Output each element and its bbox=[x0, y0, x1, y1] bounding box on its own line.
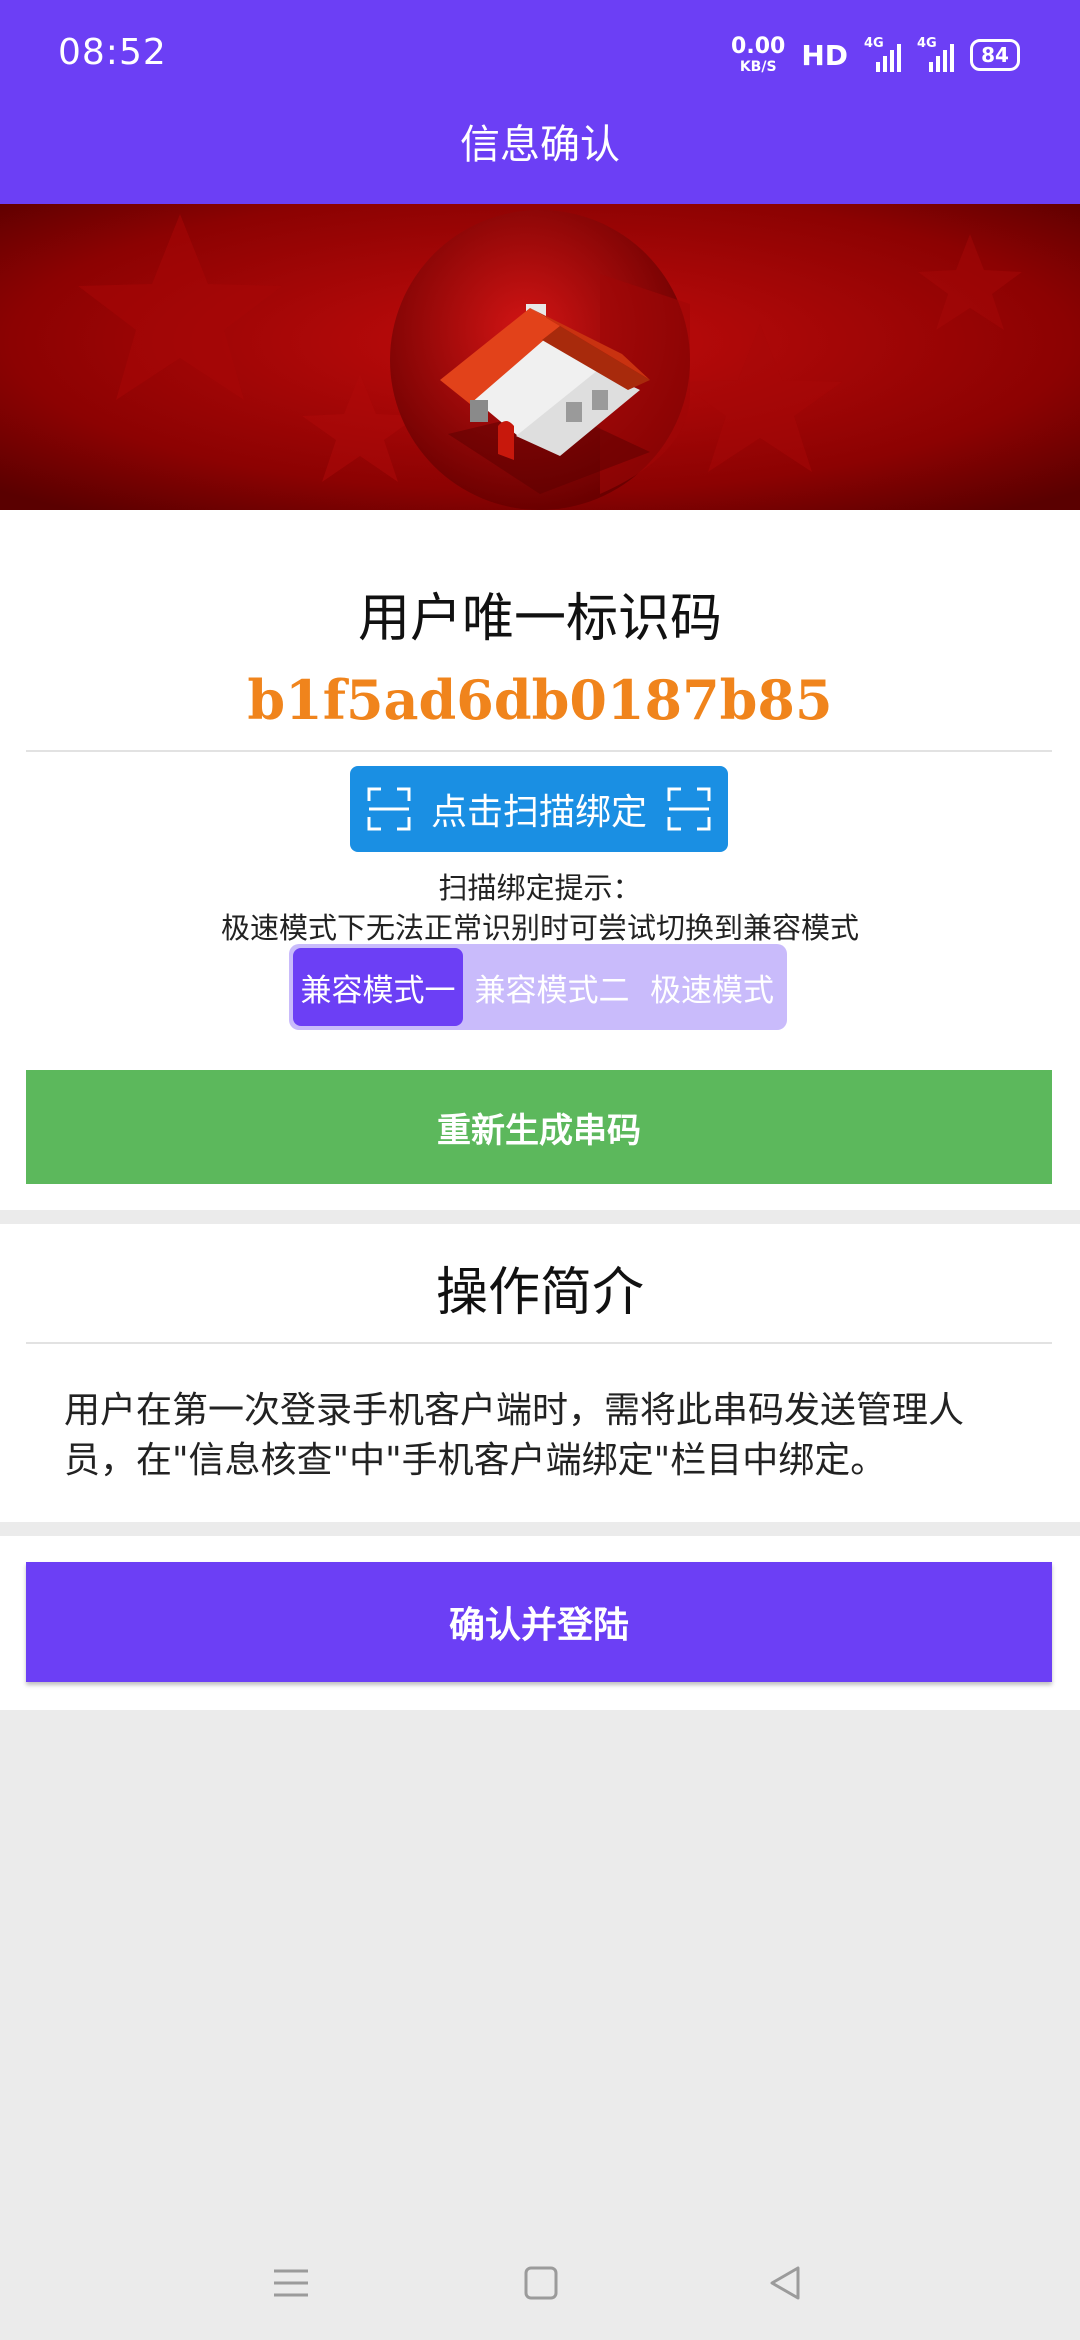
scan-icon bbox=[667, 787, 711, 831]
intro-title: 操作简介 bbox=[435, 1263, 644, 1323]
scan-bind-label: 点击扫描绑定 bbox=[430, 792, 647, 833]
regenerate-code-button[interactable]: 重新生成串码 bbox=[26, 1070, 1052, 1184]
user-id-code: b1f5ad6db0187b85 bbox=[247, 668, 833, 732]
signal-1-label: 4G bbox=[864, 36, 884, 51]
signal-icon-1: 4G bbox=[864, 36, 901, 72]
intro-card: 操作简介 用户在第一次登录手机客户端时，需将此串码发送管理人员，在"信息核查"中… bbox=[0, 1224, 1080, 1522]
banner-image bbox=[0, 204, 1080, 510]
intro-body: 用户在第一次登录手机客户端时，需将此串码发送管理人员，在"信息核查"中"手机客户… bbox=[64, 1390, 965, 1481]
identity-card: 用户唯一标识码 b1f5ad6db0187b85 点击扫描绑定 扫描绑定提示： … bbox=[0, 510, 1080, 1210]
home-square-icon[interactable] bbox=[520, 2262, 562, 2304]
confirm-login-button[interactable]: 确认并登陆 bbox=[26, 1562, 1052, 1682]
status-icons: 0.00 KB/S HD 4G 4G 84 bbox=[731, 36, 1020, 74]
net-speed: 0.00 KB/S bbox=[731, 34, 786, 75]
battery-level: 84 bbox=[981, 43, 1009, 67]
mode-option-compat-2[interactable]: 兼容模式二 bbox=[463, 948, 641, 1026]
mode-selector: 兼容模式一 兼容模式二 极速模式 bbox=[289, 944, 787, 1030]
confirm-card: 确认并登陆 bbox=[0, 1536, 1080, 1710]
system-nav-bar bbox=[0, 2228, 1080, 2340]
battery-icon: 84 bbox=[970, 39, 1020, 71]
divider bbox=[26, 750, 1052, 752]
status-bar: 08:52 0.00 KB/S HD 4G 4G 84 bbox=[0, 0, 1080, 112]
user-id-label: 用户唯一标识码 bbox=[357, 589, 722, 649]
scan-hint-title: 扫描绑定提示： bbox=[438, 871, 642, 905]
scan-hint-body: 极速模式下无法正常识别时可尝试切换到兼容模式 bbox=[220, 911, 859, 945]
scan-hint: 扫描绑定提示： 极速模式下无法正常识别时可尝试切换到兼容模式 bbox=[0, 868, 1080, 948]
banner bbox=[0, 204, 1080, 510]
mode-option-fast[interactable]: 极速模式 bbox=[641, 948, 783, 1026]
page-title: 信息确认 bbox=[460, 122, 620, 168]
mode-option-compat-1[interactable]: 兼容模式一 bbox=[293, 948, 463, 1026]
signal-2-label: 4G bbox=[917, 36, 937, 51]
signal-icon-2: 4G bbox=[917, 36, 954, 72]
app-bar: 信息确认 bbox=[0, 112, 1080, 204]
scan-bind-button[interactable]: 点击扫描绑定 bbox=[350, 766, 728, 852]
net-speed-value: 0.00 bbox=[731, 34, 786, 59]
divider bbox=[26, 1342, 1052, 1344]
status-time: 08:52 bbox=[58, 32, 167, 73]
back-triangle-icon[interactable] bbox=[764, 2262, 806, 2304]
net-speed-unit: KB/S bbox=[739, 59, 777, 75]
hd-icon: HD bbox=[801, 38, 848, 72]
menu-icon[interactable] bbox=[270, 2262, 312, 2304]
scan-icon bbox=[367, 787, 411, 831]
